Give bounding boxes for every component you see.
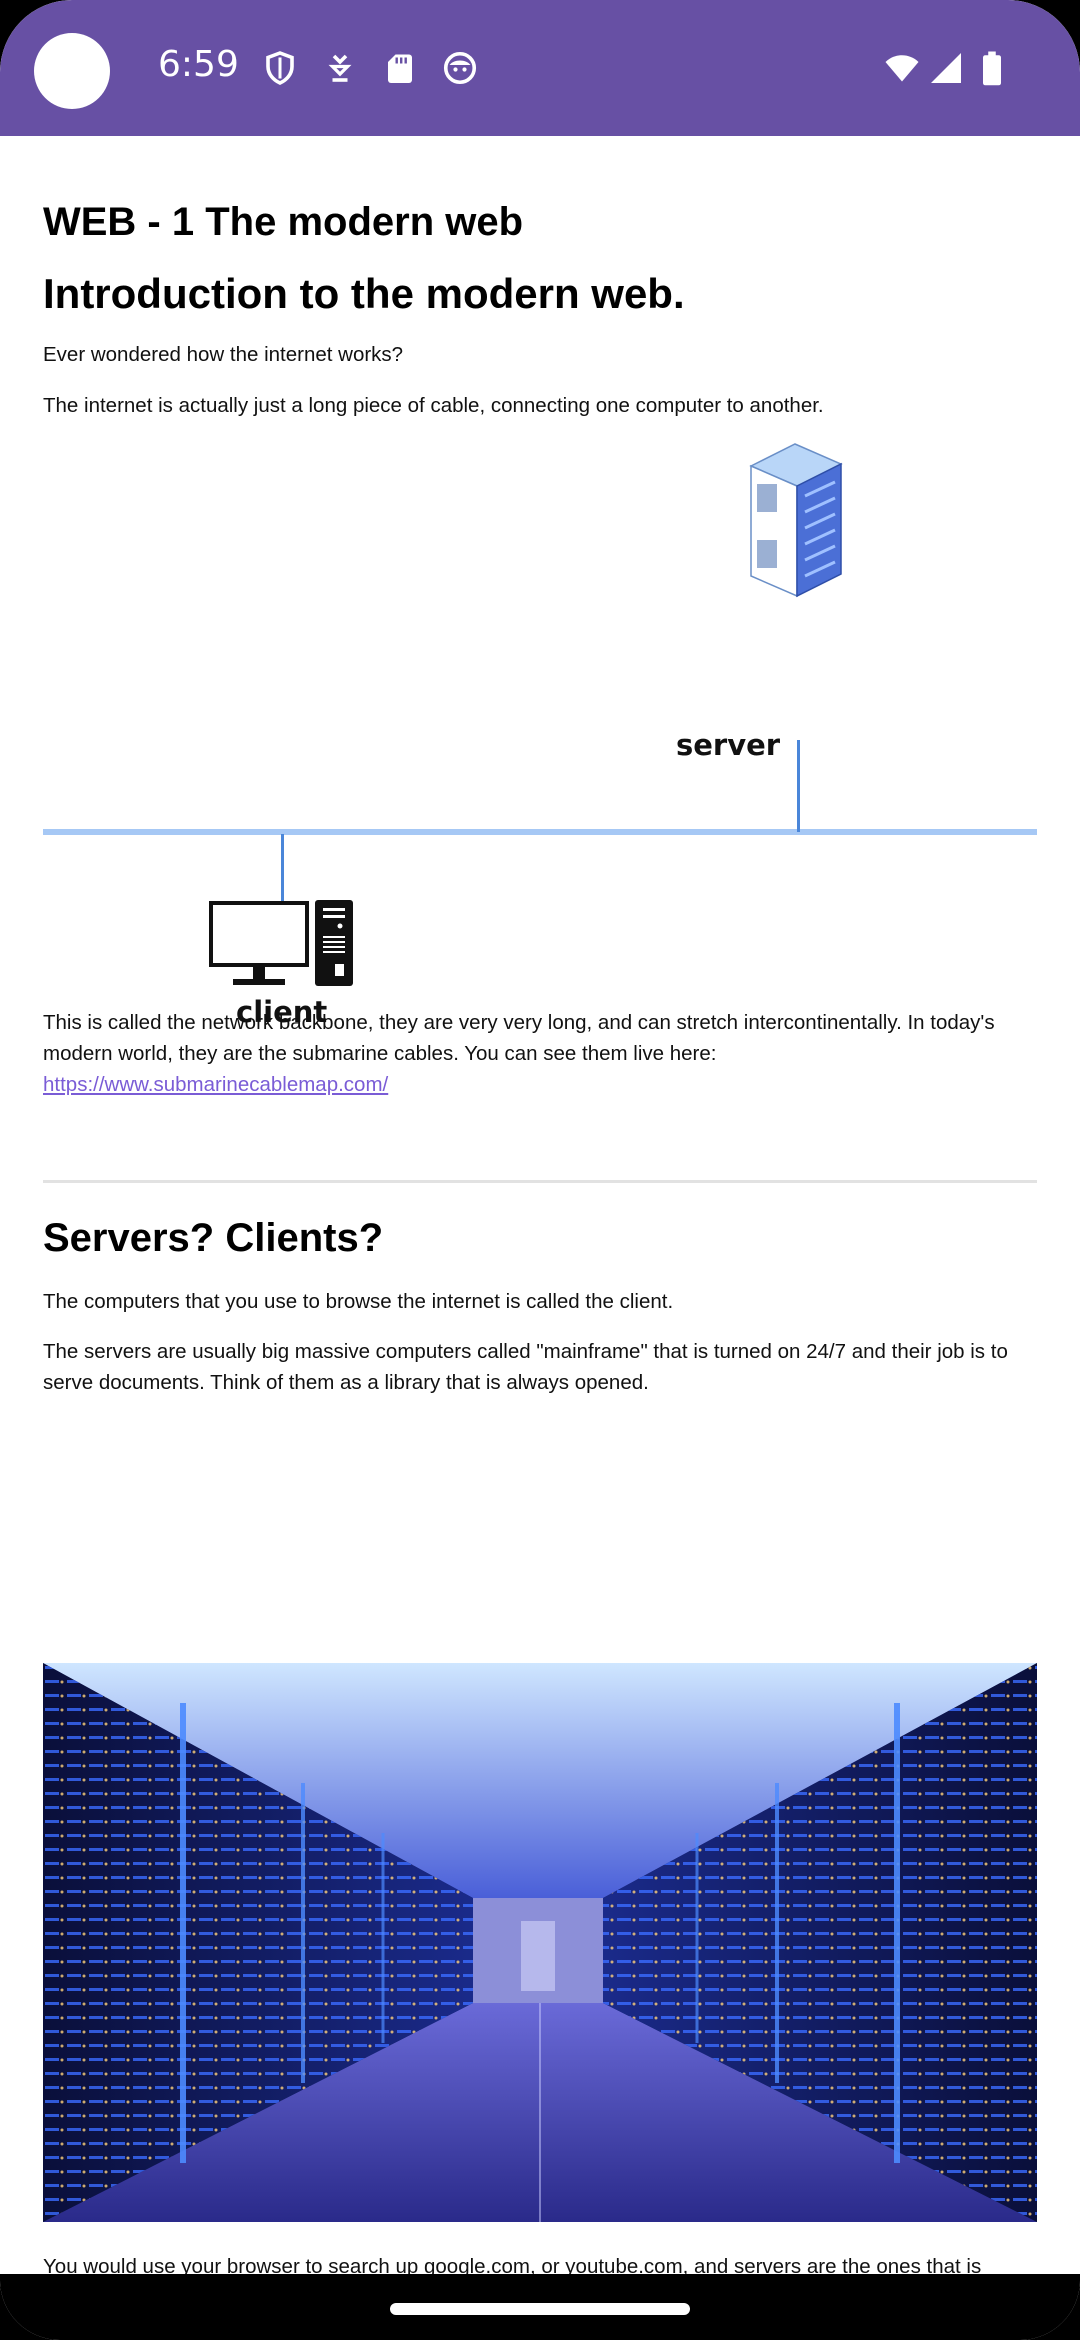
network-diagram-graphic [43,443,1037,986]
status-bar: 6:59 [0,0,1080,136]
submarine-cable-map-link[interactable]: https://www.submarinecablemap.com/ [43,1073,388,1096]
shield-icon [262,50,298,86]
face-icon [442,50,478,86]
paragraph-intro-cable: The internet is actually just a long pie… [43,394,824,417]
download-arrows-icon [322,50,358,86]
client-connector [281,834,284,908]
server-label: server [676,728,781,762]
paragraph-client: The computers that you use to browse the… [43,1290,674,1313]
page-title: WEB - 1 The modern web [43,200,524,244]
signal-icon [928,50,964,86]
home-gesture-handle[interactable] [390,2303,690,2315]
app-screen: 6:59 WEB - 1 The modern web Introduction… [0,0,1080,2340]
section-title-servers-clients: Servers? Clients? [43,1216,384,1260]
paragraph-backbone-text: This is called the network backbone, the… [43,1011,995,1065]
section-divider [43,1180,1037,1183]
server-rack-icon [749,443,843,598]
battery-icon [978,50,1006,86]
server-connector [797,740,800,832]
network-diagram: server client [43,440,1037,1050]
sd-card-icon [382,50,418,86]
data-center-graphic [43,1663,1037,2222]
backbone-cable [43,829,1037,835]
wifi-icon [882,50,922,86]
page-subtitle: Introduction to the modern web. [43,270,685,317]
paragraph-backbone: This is called the network backbone, the… [43,1007,1037,1100]
status-time: 6:59 [158,44,239,85]
camera-cutout [34,33,110,109]
paragraph-intro-question: Ever wondered how the internet works? [43,343,404,366]
client-desktop-icon [209,900,353,986]
paragraph-servers: The servers are usually big massive comp… [43,1340,1008,1394]
data-center-image [43,1663,1037,2222]
